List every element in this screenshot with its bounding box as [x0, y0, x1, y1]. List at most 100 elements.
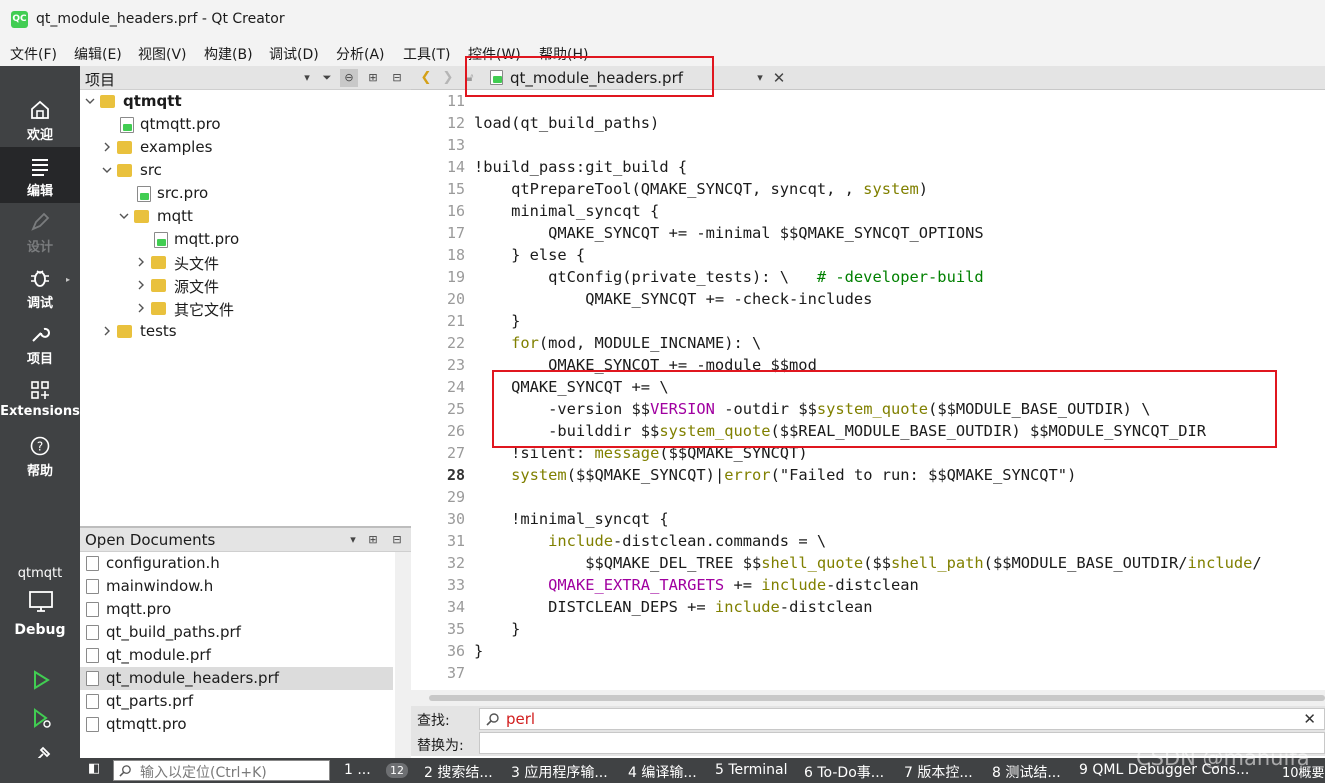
tree-item-other-files[interactable]: 其它文件	[80, 297, 411, 320]
line-number: 33	[446, 576, 465, 594]
menu-build[interactable]: 构建(B)	[204, 44, 253, 64]
list-item[interactable]: qt_build_paths.prf	[80, 621, 393, 644]
mode-projects-label: 项目	[26, 352, 53, 367]
list-item[interactable]: mainwindow.h	[80, 575, 393, 598]
menu-debug[interactable]: 调试(D)	[269, 44, 319, 64]
edit-icon	[32, 159, 48, 176]
mode-debug-label: 调试	[26, 296, 53, 311]
prf-file-icon	[86, 648, 99, 663]
issues-count-badge: 12	[386, 763, 408, 778]
forward-arrow-icon[interactable]: ❯	[439, 69, 457, 87]
locator-input[interactable]: 输入以定位(Ctrl+K)	[113, 760, 330, 781]
close-document-icon[interactable]: ✕	[770, 69, 788, 87]
line-number: 19	[446, 268, 465, 286]
menu-file[interactable]: 文件(F)	[10, 44, 57, 64]
tree-item-headers[interactable]: 头文件	[80, 251, 411, 274]
output-pane-5[interactable]: 5 Terminal	[715, 762, 788, 778]
tree-item-label: 头文件	[174, 255, 220, 273]
filter-icon[interactable]: ⏷	[318, 69, 336, 87]
tree-item-src[interactable]: src	[80, 159, 411, 182]
tree-item-qtmqtt[interactable]: qtmqtt	[80, 90, 411, 113]
run-icon[interactable]	[30, 669, 52, 691]
chevron-right-icon[interactable]	[102, 326, 112, 336]
open-documents-pane: Open Documents ▾ ⊞ ⊟ configuration.h mai…	[80, 528, 411, 758]
menu-view[interactable]: 视图(V)	[138, 44, 187, 64]
menu-analyze[interactable]: 分析(A)	[336, 44, 385, 64]
open-documents-header: Open Documents ▾ ⊞ ⊟	[80, 528, 411, 552]
doc-label: qt_build_paths.prf	[106, 623, 241, 641]
statusbar-left	[0, 758, 80, 783]
debug-run-icon[interactable]	[30, 707, 52, 729]
kit-selector[interactable]: Debug	[0, 590, 80, 646]
mode-extensions[interactable]: Extensions	[0, 371, 80, 427]
code-line: load(qt_build_paths)	[474, 114, 660, 132]
mode-debug[interactable]: 调试 ▸	[0, 259, 80, 315]
line-number: 24	[446, 378, 465, 396]
output-pane-8[interactable]: 8 测试结...	[992, 762, 1061, 782]
list-item[interactable]: qt_module.prf	[80, 644, 393, 667]
line-number: 21	[446, 312, 465, 330]
tree-item-qtmqtt-pro[interactable]: qtmqtt.pro	[80, 113, 411, 136]
tree-item-src-pro[interactable]: src.pro	[80, 182, 411, 205]
close-icon[interactable]: ✕	[1303, 710, 1316, 728]
line-number: 18	[446, 246, 465, 264]
tree-item-mqtt[interactable]: mqtt	[80, 205, 411, 228]
code-line: qtConfig(private_tests): \ # -developer-…	[474, 268, 984, 286]
view-dropdown-icon[interactable]: ▾	[298, 69, 316, 87]
monitor-icon	[29, 591, 53, 612]
project-pane-header: 项目 ▾ ⏷ ⊖ ⊞ ⊟	[80, 66, 411, 90]
find-input[interactable]: perl ✕	[479, 708, 1325, 730]
chevron-right-icon[interactable]	[136, 303, 146, 313]
output-pane-7[interactable]: 7 版本控...	[904, 762, 973, 782]
list-item[interactable]: mqtt.pro	[80, 598, 393, 621]
output-pane-2[interactable]: 2 搜索结...	[424, 762, 493, 782]
mode-edit[interactable]: 编辑	[0, 147, 80, 203]
tree-item-tests[interactable]: tests	[80, 320, 411, 343]
mode-welcome[interactable]: 欢迎	[0, 91, 80, 147]
output-pane-4[interactable]: 4 编译输...	[628, 762, 697, 782]
list-item-selected[interactable]: qt_module_headers.prf	[80, 667, 393, 690]
list-item[interactable]: configuration.h	[80, 552, 393, 575]
scrollbar-thumb[interactable]	[429, 695, 1325, 701]
line-number: 15	[446, 180, 465, 198]
document-dropdown-icon[interactable]: ▾	[751, 69, 769, 87]
back-arrow-icon[interactable]: ❮	[417, 69, 435, 87]
chevron-down-icon[interactable]	[85, 96, 95, 106]
open-documents-scrollbar[interactable]	[395, 552, 411, 758]
chevron-right-icon[interactable]	[136, 257, 146, 267]
tree-item-mqtt-pro[interactable]: mqtt.pro	[80, 228, 411, 251]
link-editor-icon[interactable]: ⊖	[340, 69, 358, 87]
chevron-right-icon[interactable]	[136, 280, 146, 290]
menu-edit[interactable]: 编辑(E)	[74, 44, 122, 64]
mode-design[interactable]: 设计	[0, 203, 80, 259]
chevron-down-icon[interactable]	[119, 211, 129, 221]
line-number: 23	[446, 356, 465, 374]
other-files-folder-icon	[151, 302, 166, 315]
close-pane-icon[interactable]: ⊟	[388, 531, 406, 549]
output-pane-3[interactable]: 3 应用程序输...	[511, 762, 608, 782]
open-documents-title: Open Documents	[85, 531, 216, 549]
output-pane-6[interactable]: 6 To-Do事...	[804, 762, 884, 782]
output-pane-1[interactable]: 1 ...	[344, 762, 371, 778]
split-icon[interactable]: ⊞	[364, 69, 382, 87]
toggle-sidebar-icon[interactable]: ◧	[88, 761, 100, 776]
view-dropdown-icon[interactable]: ▾	[344, 531, 362, 549]
list-item[interactable]: qtmqtt.pro	[80, 713, 393, 736]
tree-item-sources[interactable]: 源文件	[80, 274, 411, 297]
prf-file-icon	[86, 671, 99, 686]
close-pane-icon[interactable]: ⊟	[388, 69, 406, 87]
kit-project-name: qtmqtt	[17, 566, 63, 581]
code-line: minimal_syncqt {	[474, 202, 660, 220]
line-number: 30	[446, 510, 465, 528]
editor-horizontal-scrollbar[interactable]	[411, 690, 1325, 706]
folder-icon	[117, 164, 132, 177]
split-icon[interactable]: ⊞	[364, 531, 382, 549]
chevron-down-icon[interactable]	[102, 165, 112, 175]
list-item[interactable]: qt_parts.prf	[80, 690, 393, 713]
mode-help[interactable]: ? 帮助	[0, 427, 80, 483]
chevron-right-icon[interactable]	[102, 142, 112, 152]
mode-projects[interactable]: 项目	[0, 315, 80, 371]
code-line: }	[474, 620, 521, 638]
tree-item-examples[interactable]: examples	[80, 136, 411, 159]
menu-tools[interactable]: 工具(T)	[403, 44, 450, 64]
